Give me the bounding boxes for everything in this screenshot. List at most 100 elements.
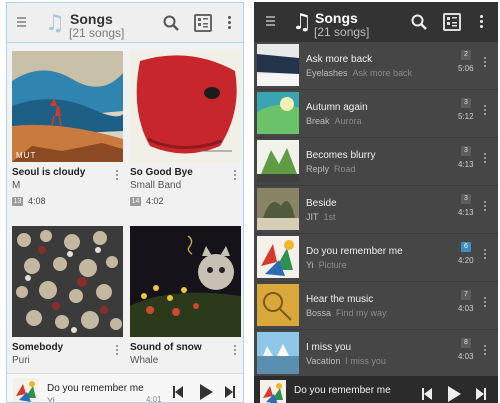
music-note-icon: ♫ [45, 11, 65, 36]
search-icon[interactable] [411, 14, 427, 30]
previous-track-icon[interactable] [422, 388, 432, 400]
album-thumbnail [257, 92, 299, 134]
song-row[interactable]: Hear the music Bossa Find my way 7 4:03 [254, 282, 498, 330]
more-options-icon[interactable] [228, 16, 232, 30]
song-duration: 4:02 [146, 196, 164, 206]
song-title: So Good Bye [130, 167, 193, 178]
song-card[interactable]: So Good Bye Small Band 14 4:02 [130, 51, 241, 211]
song-artist: Reply [306, 164, 330, 174]
play-icon[interactable] [200, 384, 213, 400]
song-menu-icon[interactable] [484, 201, 487, 213]
song-meta: Yi Picture [306, 260, 347, 270]
song-title: Becomes blurry [306, 150, 376, 161]
now-playing-time: 4:01 [146, 395, 162, 403]
page-title: Songs [315, 10, 358, 26]
song-row[interactable]: Beside JIT 1st 3 4:13 [254, 186, 498, 234]
song-card[interactable]: MUT Seoul is cloudy M 13 4:08 [12, 51, 123, 211]
song-meta: Vacation I miss you [306, 356, 386, 366]
song-title: I miss you [306, 342, 352, 353]
song-album: Road [334, 164, 356, 174]
song-row[interactable]: Becomes blurry Reply Road 3 4:13 [254, 138, 498, 186]
track-number-badge: 3 [461, 146, 471, 156]
song-album: I miss you [345, 356, 386, 366]
song-menu-icon[interactable] [484, 105, 487, 117]
album-thumbnail [257, 284, 299, 326]
song-title: Beside [306, 198, 337, 209]
album-thumbnail [257, 236, 299, 278]
song-title: Sound of snow [130, 342, 202, 353]
song-artist: Break [306, 116, 330, 126]
play-icon[interactable] [448, 386, 461, 402]
view-toggle-icon[interactable] [443, 13, 461, 31]
track-number-badge: 6 [461, 242, 471, 252]
track-number-badge: 3 [461, 98, 471, 108]
song-album: Find my way [336, 308, 387, 318]
album-thumbnail [257, 140, 299, 182]
now-playing-title: Do you remember me [47, 383, 144, 394]
song-duration: 4:03 [458, 304, 474, 313]
music-note-icon: ♫ [292, 10, 312, 35]
song-title: Somebody [12, 342, 64, 353]
song-row[interactable]: Ask more back Eyelashes Ask more back 2 5… [254, 42, 498, 90]
song-card[interactable]: Sound of snow Whale [130, 226, 241, 386]
next-track-icon[interactable] [225, 386, 235, 398]
song-title: Ask more back [306, 54, 373, 65]
album-art: MUT [12, 51, 123, 162]
song-menu-icon[interactable] [484, 297, 487, 309]
page-title: Songs [70, 11, 113, 27]
song-row[interactable]: Autumn again Break Aurora 3 5:12 [254, 90, 498, 138]
mini-player[interactable]: Do you remember me [254, 376, 498, 403]
song-album: Aurora [334, 116, 362, 126]
album-art [130, 51, 241, 162]
light-app-bar: ♫ Songs [21 songs] [7, 3, 243, 43]
song-meta: Bossa Find my way [306, 308, 387, 318]
song-menu-icon[interactable] [484, 345, 487, 357]
app-screenshot: ♫ Songs [21 songs] MUT Seoul is cloudy M… [0, 0, 500, 403]
song-duration: 4:03 [458, 352, 474, 361]
song-menu-icon[interactable] [116, 345, 119, 357]
song-album: 1st [323, 212, 336, 222]
song-artist: Small Band [130, 180, 182, 191]
track-number-badge: 3 [461, 194, 471, 204]
song-count: [21 songs] [69, 26, 125, 40]
song-duration: 4:20 [458, 256, 474, 265]
album-art [130, 226, 241, 337]
previous-track-icon[interactable] [173, 386, 183, 398]
light-songs-screen: ♫ Songs [21 songs] MUT Seoul is cloudy M… [6, 2, 244, 403]
song-row[interactable]: I miss you Vacation I miss you 8 4:03 [254, 330, 498, 378]
album-thumbnail [257, 332, 299, 374]
song-artist: Bossa [306, 308, 332, 318]
song-menu-icon[interactable] [116, 170, 119, 182]
song-meta: Reply Road [306, 164, 356, 174]
next-track-icon[interactable] [476, 388, 486, 400]
song-artist: Whale [130, 355, 159, 366]
song-album: Ask more back [352, 68, 413, 78]
song-menu-icon[interactable] [484, 153, 487, 165]
song-artist: Yi [306, 260, 314, 270]
album-art [12, 226, 123, 337]
song-count: [21 songs] [314, 25, 370, 39]
song-menu-icon[interactable] [234, 345, 237, 357]
menu-icon[interactable] [17, 17, 26, 28]
mini-player[interactable]: Do you remember me Yi 4:01 [7, 373, 243, 403]
dark-app-bar: ♫ Songs [21 songs] [254, 2, 498, 42]
song-artist: M [12, 180, 21, 191]
song-menu-icon[interactable] [234, 170, 237, 182]
song-artist: Eyelashes [306, 68, 348, 78]
song-row-active[interactable]: Do you remember me Yi Picture 6 4:20 [254, 234, 498, 282]
song-card[interactable]: Somebody Puri [12, 226, 123, 386]
song-meta: Break Aurora [306, 116, 362, 126]
song-menu-icon[interactable] [484, 57, 487, 69]
song-title: Seoul is cloudy [12, 167, 86, 178]
song-menu-icon[interactable] [484, 249, 487, 261]
song-meta: JIT 1st [306, 212, 336, 222]
menu-icon[interactable] [266, 16, 275, 27]
song-duration: 5:06 [458, 64, 474, 73]
search-icon[interactable] [163, 15, 179, 31]
album-thumbnail [257, 188, 299, 230]
song-artist: JIT [306, 212, 319, 222]
more-options-icon[interactable] [480, 15, 484, 29]
view-toggle-icon[interactable] [194, 14, 212, 32]
track-number-badge: 13 [12, 197, 23, 206]
song-title: Do you remember me [306, 246, 403, 257]
